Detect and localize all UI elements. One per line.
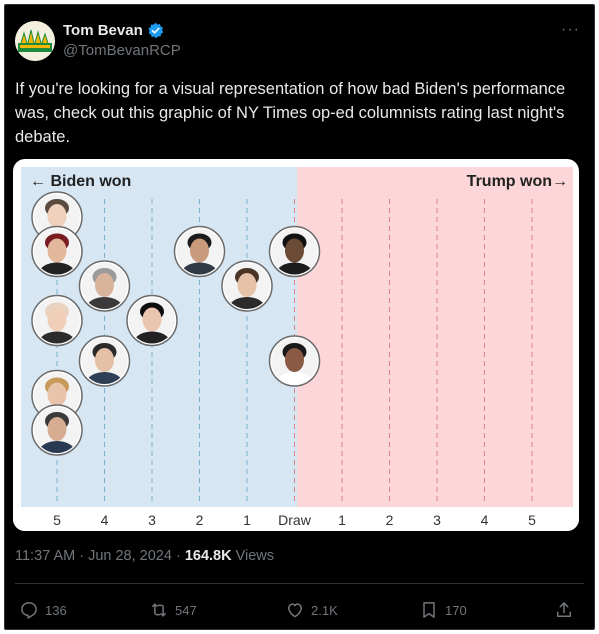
bookmark-count: 170 bbox=[445, 602, 467, 618]
action-bar: 136 547 2.1K 170 bbox=[5, 595, 596, 625]
more-options-icon[interactable]: ··· bbox=[561, 21, 580, 39]
divider bbox=[15, 583, 584, 584]
axis-tick-label: 3 bbox=[148, 512, 156, 528]
bookmark-icon bbox=[423, 602, 435, 618]
like-button[interactable]: 2.1K bbox=[285, 595, 338, 625]
share-icon bbox=[557, 602, 571, 617]
biden-won-label: ← Biden won bbox=[30, 173, 131, 190]
author-avatar[interactable] bbox=[15, 21, 55, 61]
axis-tick-label: 1 bbox=[338, 512, 346, 528]
reply-count: 136 bbox=[45, 602, 67, 618]
axis-tick-label: 5 bbox=[528, 512, 536, 528]
axis-tick-label: 4 bbox=[101, 512, 109, 528]
repost-icon bbox=[152, 603, 166, 617]
author-handle[interactable]: @TomBevanRCP bbox=[63, 42, 181, 59]
axis-tick-label: 4 bbox=[481, 512, 489, 528]
tweet-card: Tom Bevan @TomBevanRCP ··· If you're loo… bbox=[4, 4, 595, 630]
heart-icon bbox=[288, 603, 302, 618]
trump-won-label: Trump won→ bbox=[467, 173, 568, 190]
like-count: 2.1K bbox=[311, 602, 338, 618]
axis-tick-label: Draw bbox=[278, 512, 312, 528]
repost-button[interactable]: 547 bbox=[149, 595, 197, 625]
sonics-logo-icon bbox=[15, 21, 55, 61]
repost-count: 547 bbox=[175, 602, 197, 618]
tweet-media-graphic[interactable]: 5 4 3 2 1 Draw 1 2 3 4 5 ← Biden won Trump won→ bbox=[13, 159, 579, 531]
bookmark-button[interactable]: 170 bbox=[419, 595, 467, 625]
share-button[interactable] bbox=[554, 595, 574, 625]
reply-icon bbox=[21, 602, 37, 619]
author-name[interactable]: Tom Bevan bbox=[63, 22, 164, 39]
author-name-text: Tom Bevan bbox=[63, 22, 143, 39]
axis-tick-label: 3 bbox=[433, 512, 441, 528]
tweet-text: If you're looking for a visual represent… bbox=[15, 80, 566, 146]
tweet-time: 11:37 AM · Jun 28, 2024 · bbox=[15, 548, 185, 564]
axis-tick-label: 5 bbox=[53, 512, 61, 528]
axis-tick-label: 2 bbox=[196, 512, 204, 528]
columnist-rating-chart: 5 4 3 2 1 Draw 1 2 3 4 5 ← Biden won Trump won→ bbox=[13, 167, 579, 531]
reply-button[interactable]: 136 bbox=[19, 595, 67, 625]
views-label: Views bbox=[231, 548, 275, 564]
views-count: 164.8K bbox=[184, 548, 232, 564]
axis-tick-label: 1 bbox=[243, 512, 251, 528]
tweet-timestamp[interactable]: 11:37 AM · Jun 28, 2024 · 164.8K Views bbox=[15, 548, 274, 564]
axis-tick-label: 2 bbox=[386, 512, 394, 528]
verified-badge-icon bbox=[148, 22, 163, 39]
